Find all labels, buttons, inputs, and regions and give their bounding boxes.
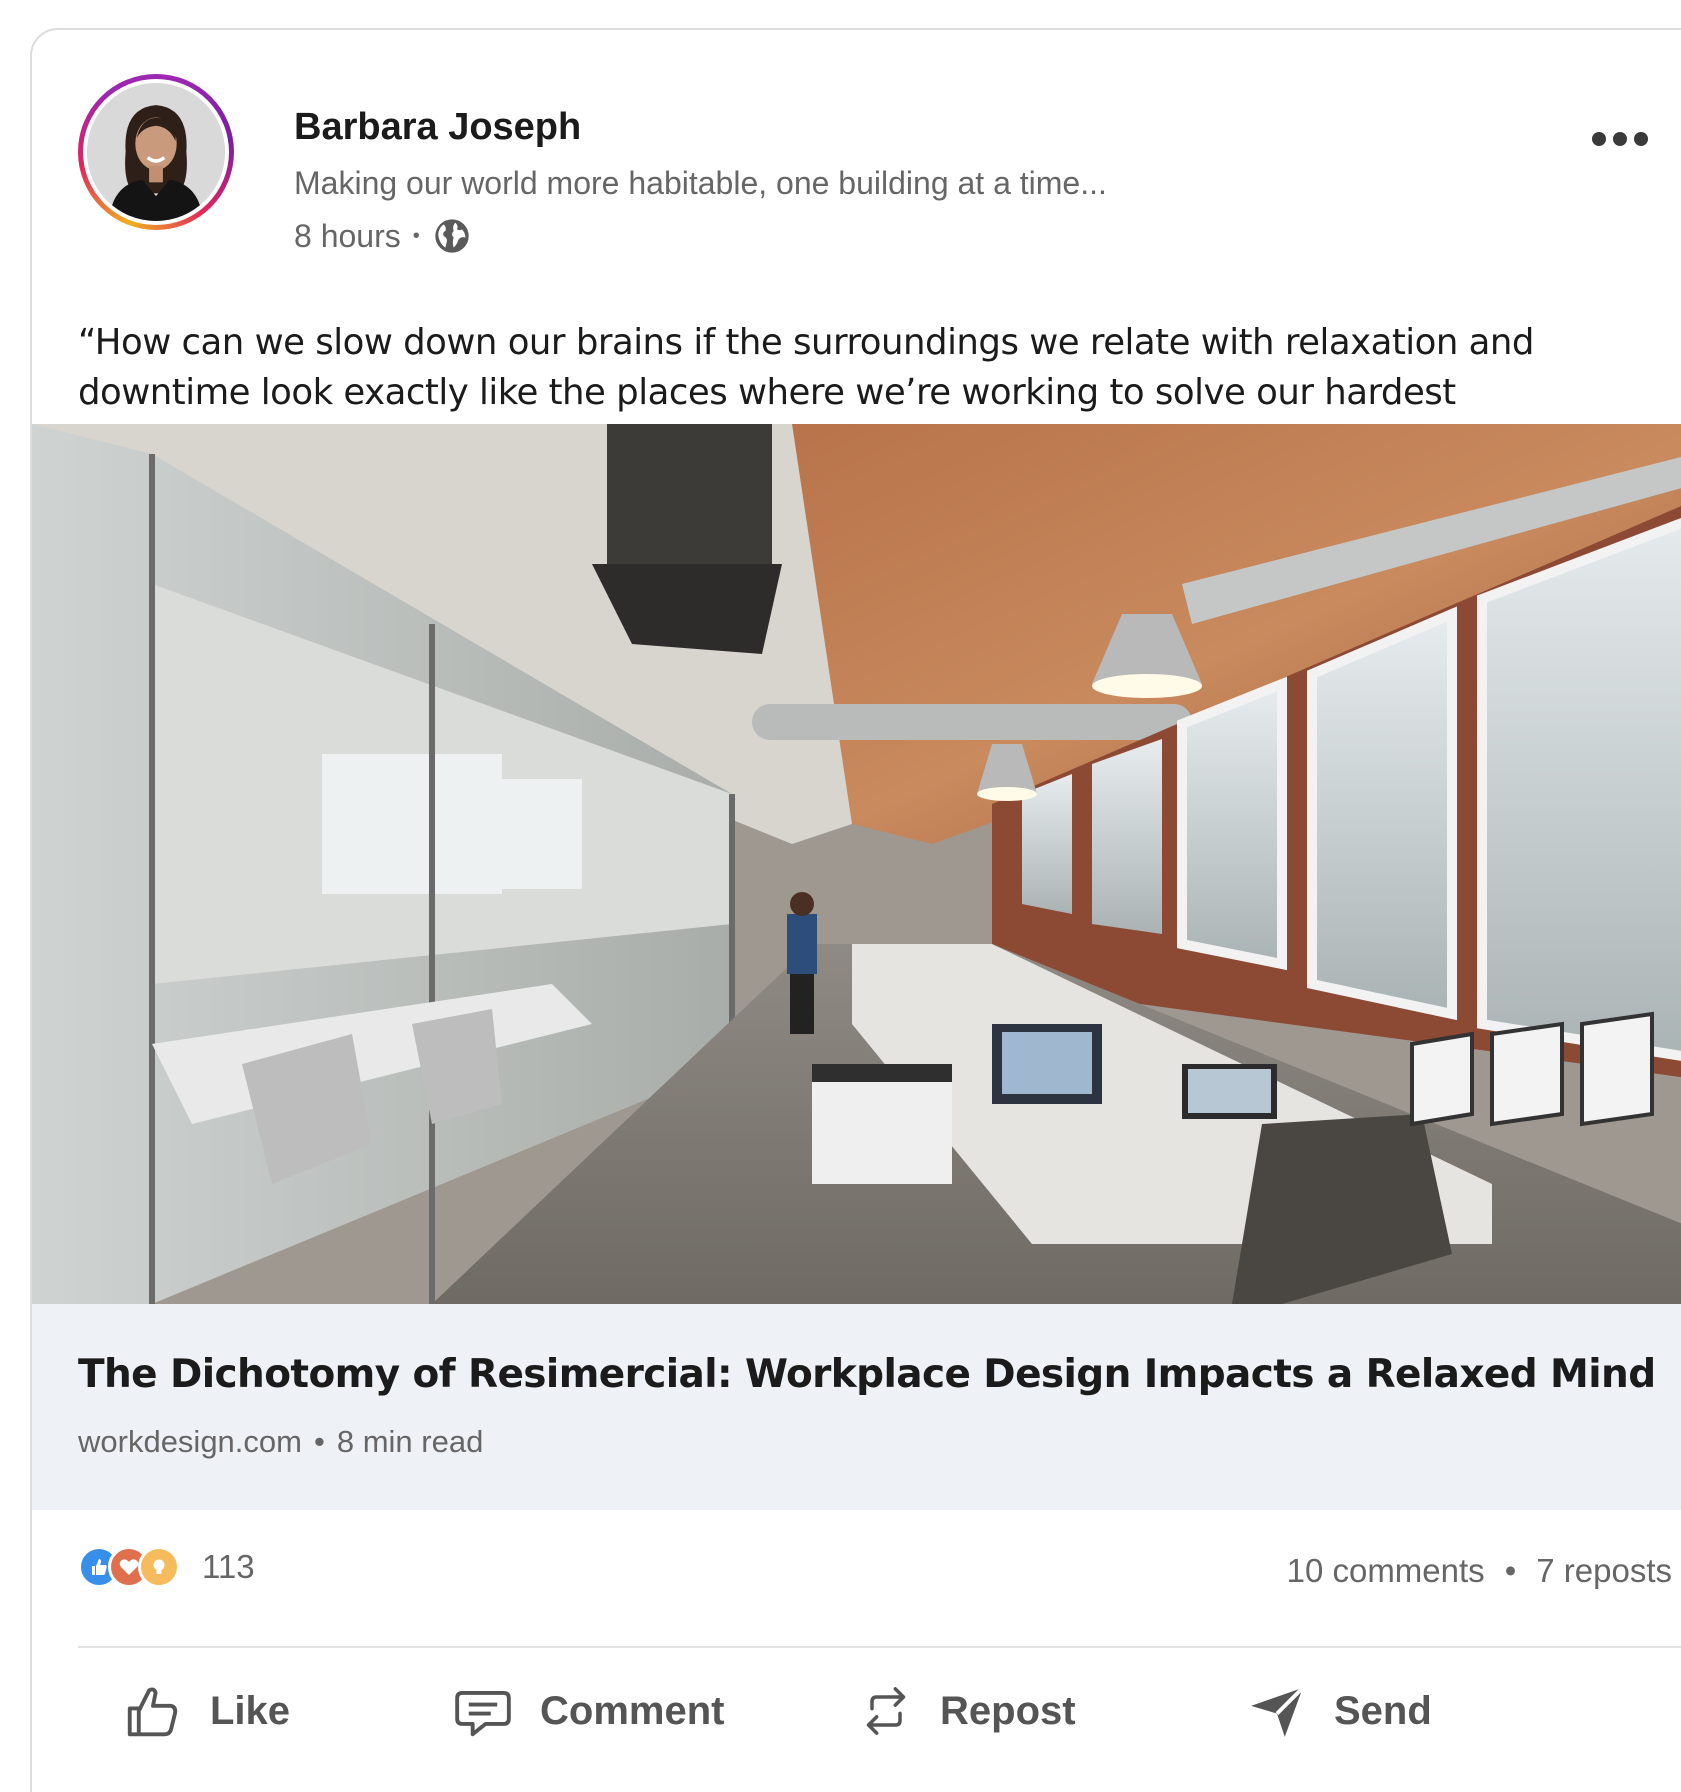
author-name[interactable]: Barbara Joseph xyxy=(294,106,581,149)
post-card: Barbara Joseph Making our world more hab… xyxy=(30,28,1681,1792)
more-options-icon[interactable] xyxy=(1592,124,1652,154)
send-label: Send xyxy=(1334,1688,1432,1733)
reaction-count[interactable]: 113 xyxy=(202,1548,255,1586)
like-label: Like xyxy=(210,1688,291,1733)
post-meta: 8 hours • xyxy=(294,216,472,256)
globe-icon xyxy=(432,216,472,256)
meta-separator: • xyxy=(412,224,420,247)
counts-separator: • xyxy=(1504,1552,1517,1589)
comments-count[interactable]: 10 comments xyxy=(1287,1552,1485,1590)
social-counts: 10 comments • 7 reposts xyxy=(1287,1552,1672,1590)
like-icon xyxy=(127,1687,178,1737)
author-headline: Making our world more habitable, one bui… xyxy=(294,165,1107,201)
reactions-summary[interactable]: 113 xyxy=(78,1546,255,1588)
reposts-count[interactable]: 7 reposts xyxy=(1536,1552,1672,1590)
link-preview[interactable]: The Dichotomy of Resimercial: Workplace … xyxy=(32,1304,1681,1510)
author-avatar[interactable] xyxy=(78,74,234,230)
comment-icon xyxy=(455,1690,511,1737)
send-icon xyxy=(1251,1686,1305,1737)
post-time: 8 hours xyxy=(294,217,401,254)
link-separator: • xyxy=(313,1424,325,1459)
comment-label: Comment xyxy=(540,1688,725,1733)
repost-label: Repost xyxy=(940,1688,1076,1733)
repost-button[interactable]: Repost xyxy=(858,1680,1076,1742)
post-image[interactable] xyxy=(32,424,1681,1304)
divider xyxy=(78,1646,1681,1648)
link-domain: workdesign.com xyxy=(78,1424,302,1459)
insightful-reaction-icon xyxy=(138,1546,180,1588)
avatar-photo xyxy=(87,83,225,221)
link-title[interactable]: The Dichotomy of Resimercial: Workplace … xyxy=(78,1352,1656,1397)
link-meta: workdesign.com • 8 min read xyxy=(78,1424,483,1460)
action-bar: Like Comment Repost Send xyxy=(0,1680,1681,1780)
repost-icon xyxy=(866,1687,906,1735)
link-read-time: 8 min read xyxy=(336,1424,484,1459)
comment-button[interactable]: Comment xyxy=(452,1680,724,1742)
send-button[interactable]: Send xyxy=(1246,1680,1432,1742)
like-button[interactable]: Like xyxy=(122,1680,290,1742)
